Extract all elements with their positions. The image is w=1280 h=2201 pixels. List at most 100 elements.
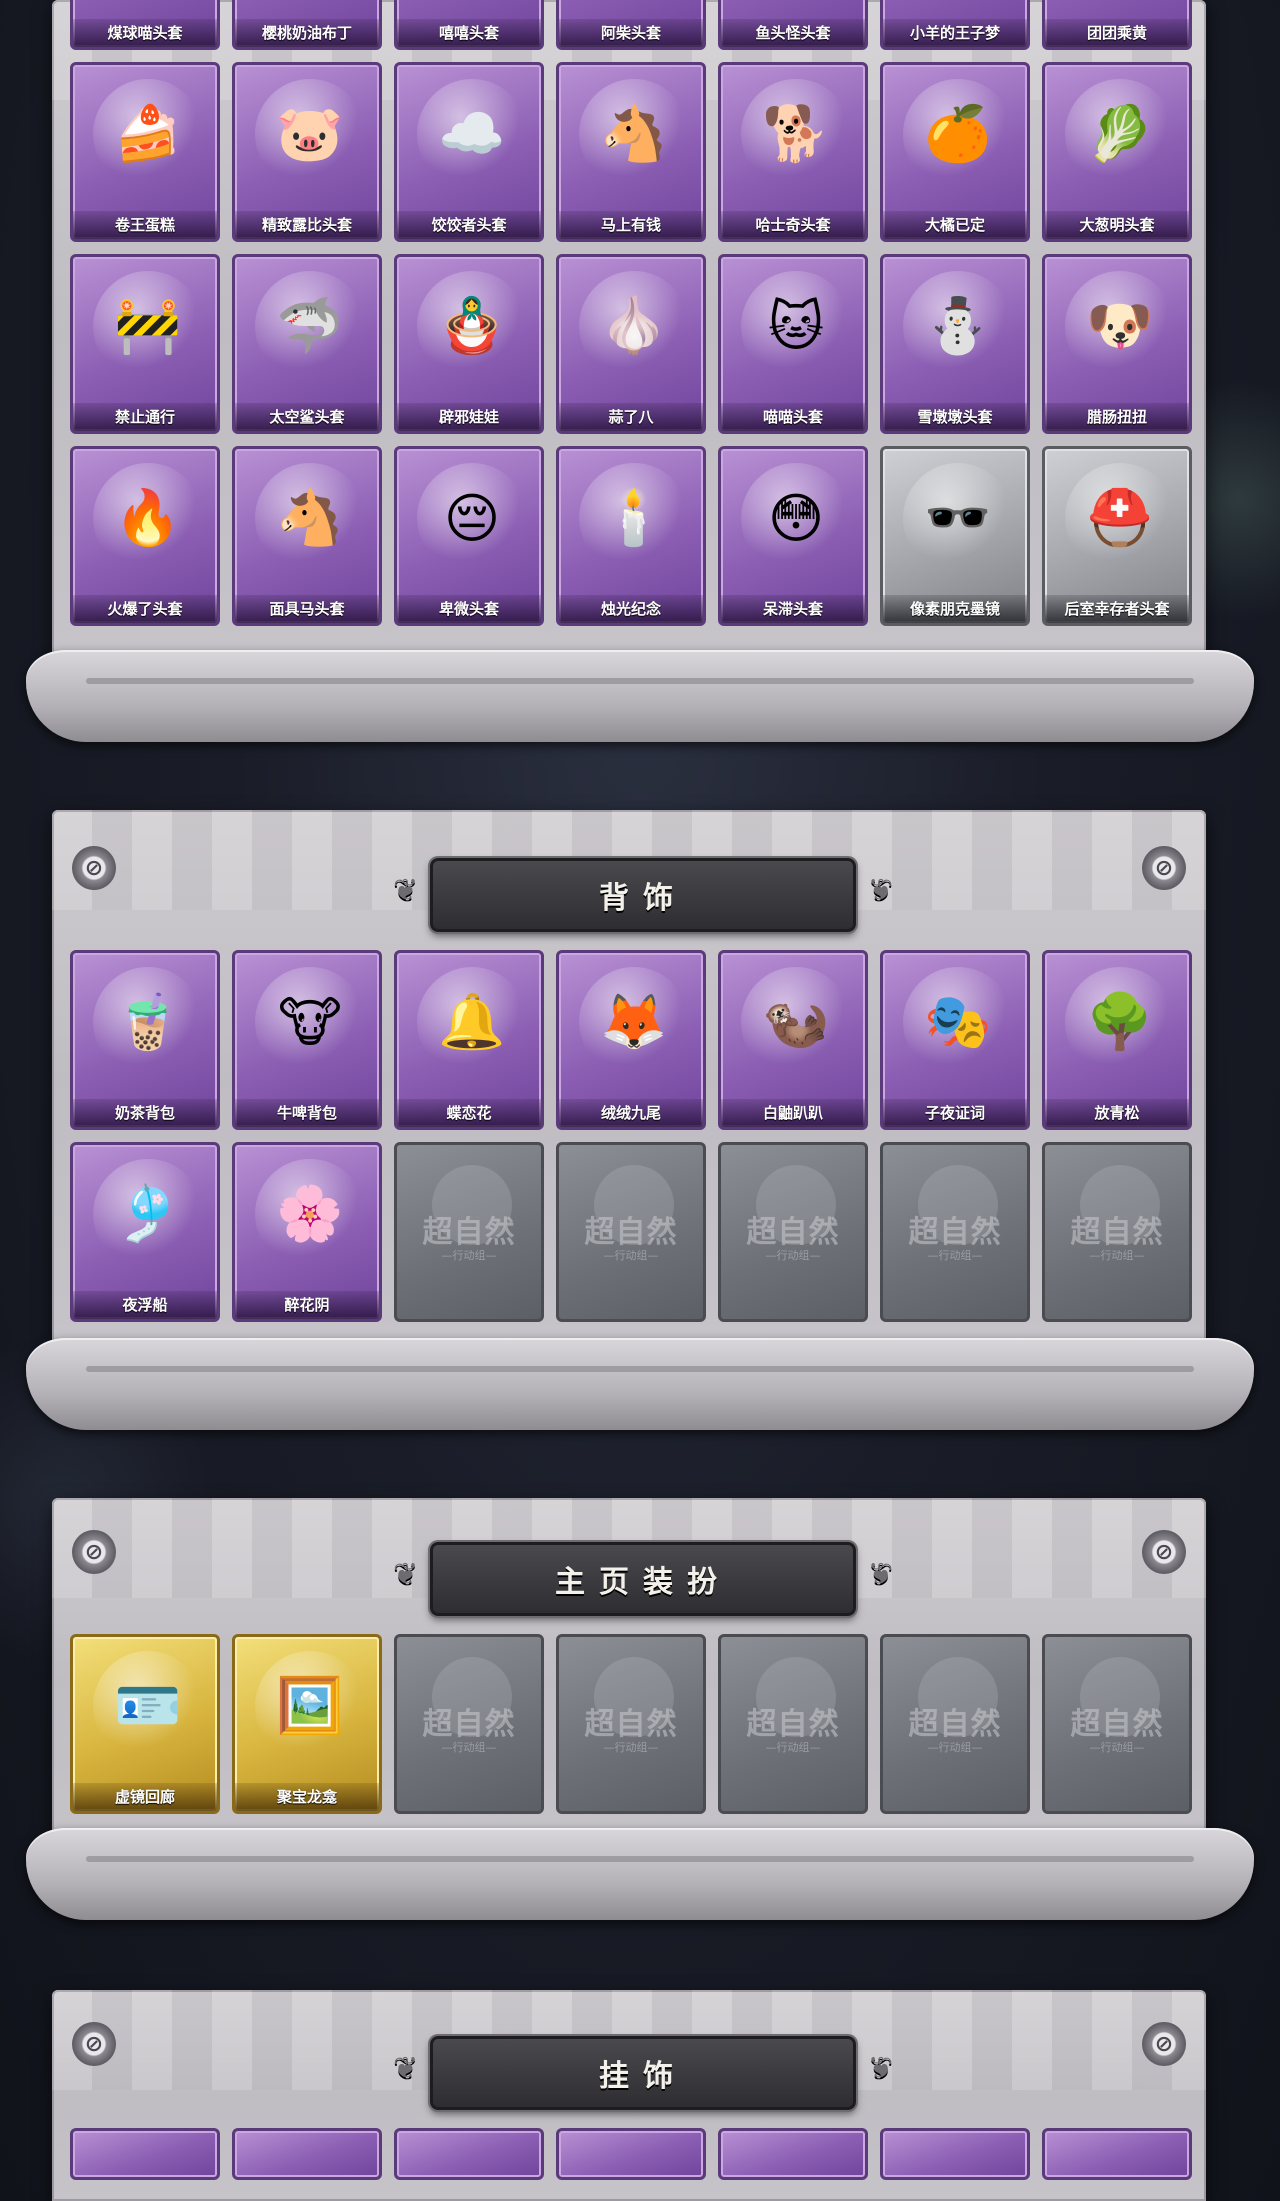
heads-grid: 🍰 卷王蛋糕 🐷 精致露比头套 ☁️ 饺饺者头套 🐴 马上有钱 🐕 哈士奇头套 🍊 大橘已定…	[70, 62, 1210, 626]
item-label: 嘻嘻头套	[397, 19, 541, 47]
head-card[interactable]: 🐶 腊肠扭扭	[1042, 254, 1192, 434]
homepage-card[interactable]: 🪪 虚镜回廊	[70, 1634, 220, 1814]
scroll-bottom	[26, 650, 1254, 742]
pendant-card[interactable]	[1042, 2128, 1192, 2180]
item-label: 放青松	[1045, 1099, 1189, 1127]
item-label: 虚镜回廊	[73, 1783, 217, 1811]
pendant-card[interactable]	[718, 2128, 868, 2180]
head-card[interactable]: 团团乘黄	[1042, 0, 1192, 50]
backpack-card[interactable]: 🔔 蝶恋花	[394, 950, 544, 1130]
head-card[interactable]: 🐕 哈士奇头套	[718, 62, 868, 242]
head-card[interactable]: 🐱 喵喵头套	[718, 254, 868, 434]
head-card[interactable]: 😳 呆滞头套	[718, 446, 868, 626]
garlic-icon: 🧄	[579, 271, 689, 381]
dazed-face-icon: 😳	[741, 463, 851, 573]
item-label: 夜浮船	[73, 1291, 217, 1319]
watermark-sub: —行动组—	[1089, 1249, 1145, 1262]
empty-slot: 超自然 —行动组—	[718, 1634, 868, 1814]
watermark-sub: —行动组—	[927, 1741, 983, 1754]
item-label: 团团乘黄	[1045, 19, 1189, 47]
backpack-card[interactable]: 🦦 白鼬趴趴	[718, 950, 868, 1130]
item-label: 卷王蛋糕	[73, 211, 217, 239]
backpack-card[interactable]: 🎐 夜浮船	[70, 1142, 220, 1322]
head-card[interactable]: ⛑️ 后室幸存者头套	[1042, 446, 1192, 626]
head-card[interactable]: 小羊的王子梦	[880, 0, 1030, 50]
compass-icon: ⊘	[72, 846, 116, 890]
scallion-icon: 🥬	[1065, 79, 1175, 189]
head-card[interactable]: 嘻嘻头套	[394, 0, 544, 50]
head-card[interactable]: 🐷 精致露比头套	[232, 62, 382, 242]
pendant-card[interactable]	[880, 2128, 1030, 2180]
backpack-card[interactable]: 🐮 牛啤背包	[232, 950, 382, 1130]
candle-icon: 🕯️	[579, 463, 689, 573]
item-label: 鱼头怪头套	[721, 19, 865, 47]
head-card[interactable]: 🧄 蒜了八	[556, 254, 706, 434]
head-card[interactable]: 🥬 大葱明头套	[1042, 62, 1192, 242]
gas-mask-icon: ⛑️	[1065, 463, 1175, 573]
item-label: 烛光纪念	[559, 595, 703, 623]
watermark-sub: —行动组—	[441, 1249, 497, 1262]
item-label: 小羊的王子梦	[883, 19, 1027, 47]
dachshund-icon: 🐶	[1065, 271, 1175, 381]
head-card[interactable]: 阿柴头套	[556, 0, 706, 50]
watermark: 超自然	[422, 1707, 516, 1742]
head-card[interactable]: 🍰 卷王蛋糕	[70, 62, 220, 242]
item-label: 精致露比头套	[235, 211, 379, 239]
orange-icon: 🍊	[903, 79, 1013, 189]
empty-slot: 超自然 —行动组—	[718, 1142, 868, 1322]
head-card[interactable]: 🍊 大橘已定	[880, 62, 1030, 242]
item-label: 卑微头套	[397, 595, 541, 623]
head-card[interactable]: 樱桃奶油布丁	[232, 0, 382, 50]
head-card[interactable]: 🐴 马上有钱	[556, 62, 706, 242]
cat-icon: 🐱	[741, 271, 851, 381]
id-card-icon: 🪪	[93, 1651, 203, 1761]
item-label: 后室幸存者头套	[1045, 595, 1189, 623]
head-card[interactable]: 🦈 太空鲨头套	[232, 254, 382, 434]
item-label: 太空鲨头套	[235, 403, 379, 431]
backpack-card[interactable]: 🧋 奶茶背包	[70, 950, 220, 1130]
backpack-card[interactable]: 🎭 子夜证词	[880, 950, 1030, 1130]
backpack-card[interactable]: 🦊 绒绒九尾	[556, 950, 706, 1130]
empty-slot: 超自然 —行动组—	[556, 1142, 706, 1322]
backpack-card[interactable]: 🌸 醉花阴	[232, 1142, 382, 1322]
scroll-bottom	[26, 1338, 1254, 1430]
pendant-card[interactable]	[232, 2128, 382, 2180]
head-card[interactable]: 🕶️ 像素朋克墨镜	[880, 446, 1030, 626]
homepage-grid: 🪪 虚镜回廊 🖼️ 聚宝龙龛 超自然 —行动组— 超自然 —行动组— 超自然 —行动组— …	[70, 1634, 1210, 1814]
pendant-card[interactable]	[70, 2128, 220, 2180]
horse-mask-icon: 🐴	[255, 463, 365, 573]
watermark: 超自然	[746, 1215, 840, 1250]
head-card[interactable]: 煤球喵头套	[70, 0, 220, 50]
snowman-icon: ⛄	[903, 271, 1013, 381]
backpack-card[interactable]: 🌳 放青松	[1042, 950, 1192, 1130]
head-card[interactable]: 🕯️ 烛光纪念	[556, 446, 706, 626]
empty-slot: 超自然 —行动组—	[556, 1634, 706, 1814]
head-card[interactable]: 鱼头怪头套	[718, 0, 868, 50]
homepage-card[interactable]: 🖼️ 聚宝龙龛	[232, 1634, 382, 1814]
cake-icon: 🍰	[93, 79, 203, 189]
item-label: 大橘已定	[883, 211, 1027, 239]
pendant-card[interactable]	[556, 2128, 706, 2180]
item-label: 樱桃奶油布丁	[235, 19, 379, 47]
item-label: 火爆了头套	[73, 595, 217, 623]
head-card[interactable]: 🚧 禁止通行	[70, 254, 220, 434]
watermark: 超自然	[1070, 1707, 1164, 1742]
pine-tree-icon: 🌳	[1065, 967, 1175, 1077]
empty-slot: 超自然 —行动组—	[880, 1142, 1030, 1322]
compass-icon: ⊘	[1142, 2022, 1186, 2066]
watermark-sub: —行动组—	[603, 1741, 659, 1754]
pendant-card[interactable]	[394, 2128, 544, 2180]
head-card[interactable]: 🐴 面具马头套	[232, 446, 382, 626]
head-card[interactable]: 😔 卑微头套	[394, 446, 544, 626]
fox-icon: 🦊	[579, 967, 689, 1077]
bell-icon: 🔔	[417, 967, 527, 1077]
head-card[interactable]: ⛄ 雪墩墩头套	[880, 254, 1030, 434]
fire-icon: 🔥	[93, 463, 203, 573]
section-title-homepage: 主页装扮	[393, 1542, 856, 1616]
head-card[interactable]: 🪆 辟邪娃娃	[394, 254, 544, 434]
scroll-bottom	[26, 1828, 1254, 1920]
shark-icon: 🦈	[255, 271, 365, 381]
head-card[interactable]: 🔥 火爆了头套	[70, 446, 220, 626]
watermark: 超自然	[746, 1707, 840, 1742]
head-card[interactable]: ☁️ 饺饺者头套	[394, 62, 544, 242]
